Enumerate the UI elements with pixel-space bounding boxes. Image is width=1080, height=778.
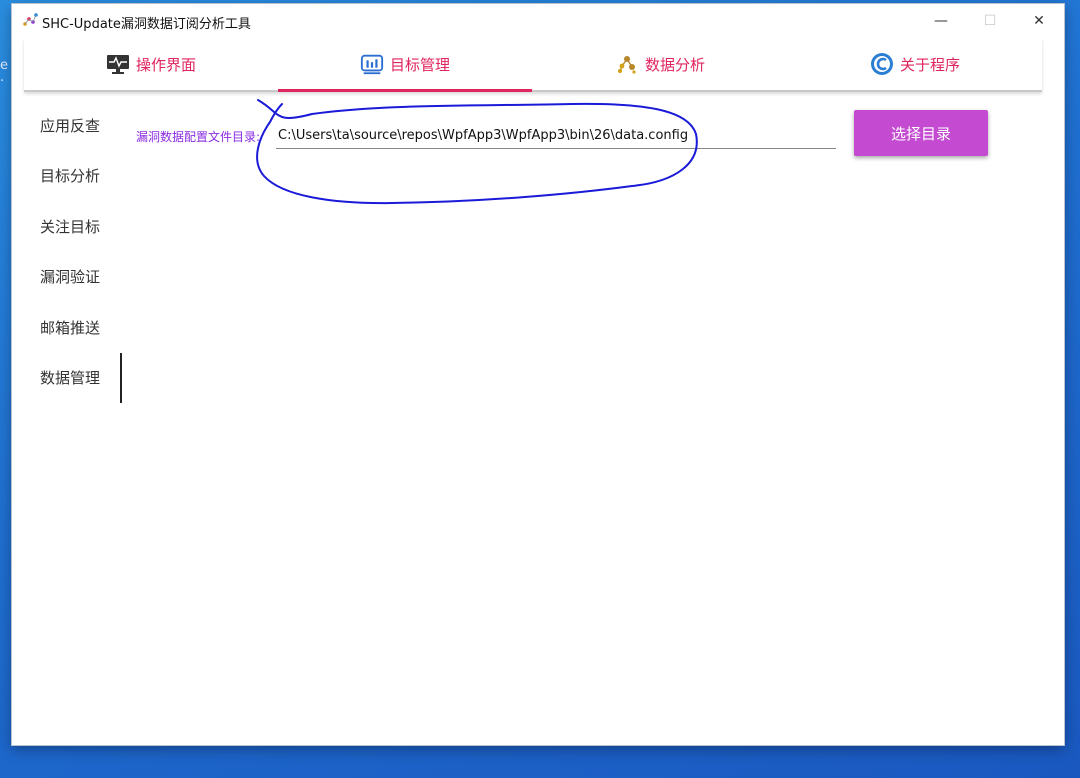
config-path-label: 漏洞数据配置文件目录: xyxy=(136,130,261,144)
sidebar-item-vuln-verify[interactable]: 漏洞验证 xyxy=(24,252,120,303)
app-logo-icon xyxy=(23,13,38,26)
minimize-icon: — xyxy=(934,13,948,29)
tab-label: 数据分析 xyxy=(644,55,705,74)
window-title: SHC-Update漏洞数据订阅分析工具 xyxy=(42,17,251,32)
minimize-button[interactable]: — xyxy=(918,4,964,38)
sidebar-item-data-management[interactable]: 数据管理 xyxy=(24,352,122,404)
about-icon xyxy=(870,52,894,76)
sidebar-item-target-analysis[interactable]: 目标分析 xyxy=(24,151,120,202)
close-icon: ✕ xyxy=(1033,13,1045,29)
sidebar: 应用反查 目标分析 关注目标 漏洞验证 邮箱推送 数据管理 xyxy=(24,100,122,404)
choose-directory-button[interactable]: 选择目录 xyxy=(854,110,988,156)
tab-label: 目标管理 xyxy=(389,55,450,74)
desktop-edge-icon: e · xyxy=(0,58,8,89)
sidebar-item-watched-targets[interactable]: 关注目标 xyxy=(24,201,120,252)
tab-target-management[interactable]: 目标管理 xyxy=(278,38,532,92)
monitor-icon xyxy=(106,52,130,76)
config-path-input[interactable] xyxy=(276,122,836,149)
tab-label: 操作界面 xyxy=(135,55,196,74)
tab-label: 关于程序 xyxy=(899,55,960,74)
close-button[interactable]: ✕ xyxy=(1016,4,1062,38)
tab-operation[interactable]: 操作界面 xyxy=(24,38,278,90)
maximize-icon: ☐ xyxy=(983,13,997,29)
sidebar-item-app-lookup[interactable]: 应用反查 xyxy=(24,100,120,151)
tab-about[interactable]: 关于程序 xyxy=(788,38,1042,90)
chart-icon xyxy=(360,52,384,76)
molecule-icon xyxy=(615,52,639,76)
sidebar-item-email-push[interactable]: 邮箱推送 xyxy=(24,302,120,353)
maximize-button[interactable]: ☐ xyxy=(967,4,1013,38)
tab-data-analysis[interactable]: 数据分析 xyxy=(532,38,788,90)
app-window: SHC-Update漏洞数据订阅分析工具 — ☐ ✕ 操作界面 目标管理 数据分… xyxy=(12,4,1064,745)
title-bar[interactable]: SHC-Update漏洞数据订阅分析工具 — ☐ ✕ xyxy=(12,4,1064,38)
main-tabs: 操作界面 目标管理 数据分析 关于程序 xyxy=(24,38,1042,92)
